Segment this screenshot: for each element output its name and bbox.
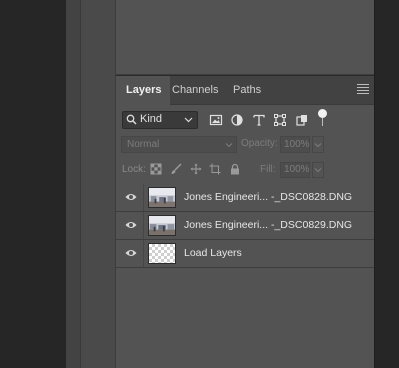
type-filter-icon[interactable] [252,113,266,127]
adjustment-filter-icon[interactable] [230,113,244,127]
layer-thumbnail [148,187,176,208]
chevron-down-icon [225,143,233,148]
lock-all-icon[interactable] [229,163,241,175]
blend-row: Normal Opacity: 100% [116,136,374,154]
lock-position-icon[interactable] [190,163,202,175]
tab-paths[interactable]: Paths [223,76,271,104]
right-dark-area [374,0,399,368]
filter-kind-select[interactable]: Kind [122,111,198,129]
layer-name[interactable]: Load Layers [184,247,242,259]
blend-mode-value: Normal [127,139,160,150]
blend-mode-select[interactable]: Normal [121,136,237,153]
row-divider [143,184,144,211]
panel-dock-strip [81,0,116,368]
fill-dropdown-button[interactable] [312,162,324,178]
lock-label: Lock: [122,164,146,175]
eye-icon[interactable] [125,220,137,230]
fill-input[interactable]: 100% [280,162,310,178]
panel-tab-bar: Layers Channels Paths [116,76,374,105]
filter-toggle-track [322,118,323,126]
layer-list-empty-area [116,268,374,368]
row-divider [143,212,144,239]
filter-kind-label: Kind [140,113,163,125]
opacity-input[interactable]: 100% [280,136,310,153]
toolbar-edge [66,0,81,368]
upper-panel [116,0,374,75]
layer-name[interactable]: Jones Engineeri... -_DSC0829.DNG [184,219,352,231]
opacity-label: Opacity: [241,138,278,149]
lock-row: Lock: Fill: 100% [116,160,374,180]
layer-row[interactable]: Jones Engineeri... -_DSC0829.DNG [116,212,374,240]
tab-channels[interactable]: Channels [162,76,228,104]
panel-menu-icon[interactable] [357,84,369,96]
chevron-down-icon [314,168,322,173]
filter-toggle-switch[interactable] [318,109,327,118]
lock-artboard-icon[interactable] [209,163,221,175]
eye-icon[interactable] [125,248,137,258]
opacity-dropdown-button[interactable] [312,136,324,153]
lock-image-pixels-icon[interactable] [170,163,182,175]
chevron-down-icon [184,117,193,123]
search-icon [126,114,137,125]
chevron-down-icon [314,143,322,148]
image-filter-icon[interactable] [209,113,223,127]
layer-filter-row: Kind [116,109,374,131]
layer-name[interactable]: Jones Engineeri... -_DSC0828.DNG [184,191,352,203]
left-dark-area [0,0,66,368]
layer-thumbnail-transparent [148,243,176,264]
layers-panel: Layers Channels Paths Kind Normal Opacit… [116,76,374,368]
shape-filter-icon[interactable] [273,113,287,127]
smart-object-filter-icon[interactable] [295,113,309,127]
layer-row[interactable]: Jones Engineeri... -_DSC0828.DNG [116,184,374,212]
fill-label: Fill: [260,164,276,175]
layer-thumbnail [148,215,176,236]
row-divider [143,240,144,267]
lock-transparent-pixels-icon[interactable] [150,163,162,175]
eye-icon[interactable] [125,192,137,202]
layer-row[interactable]: Load Layers [116,240,374,268]
